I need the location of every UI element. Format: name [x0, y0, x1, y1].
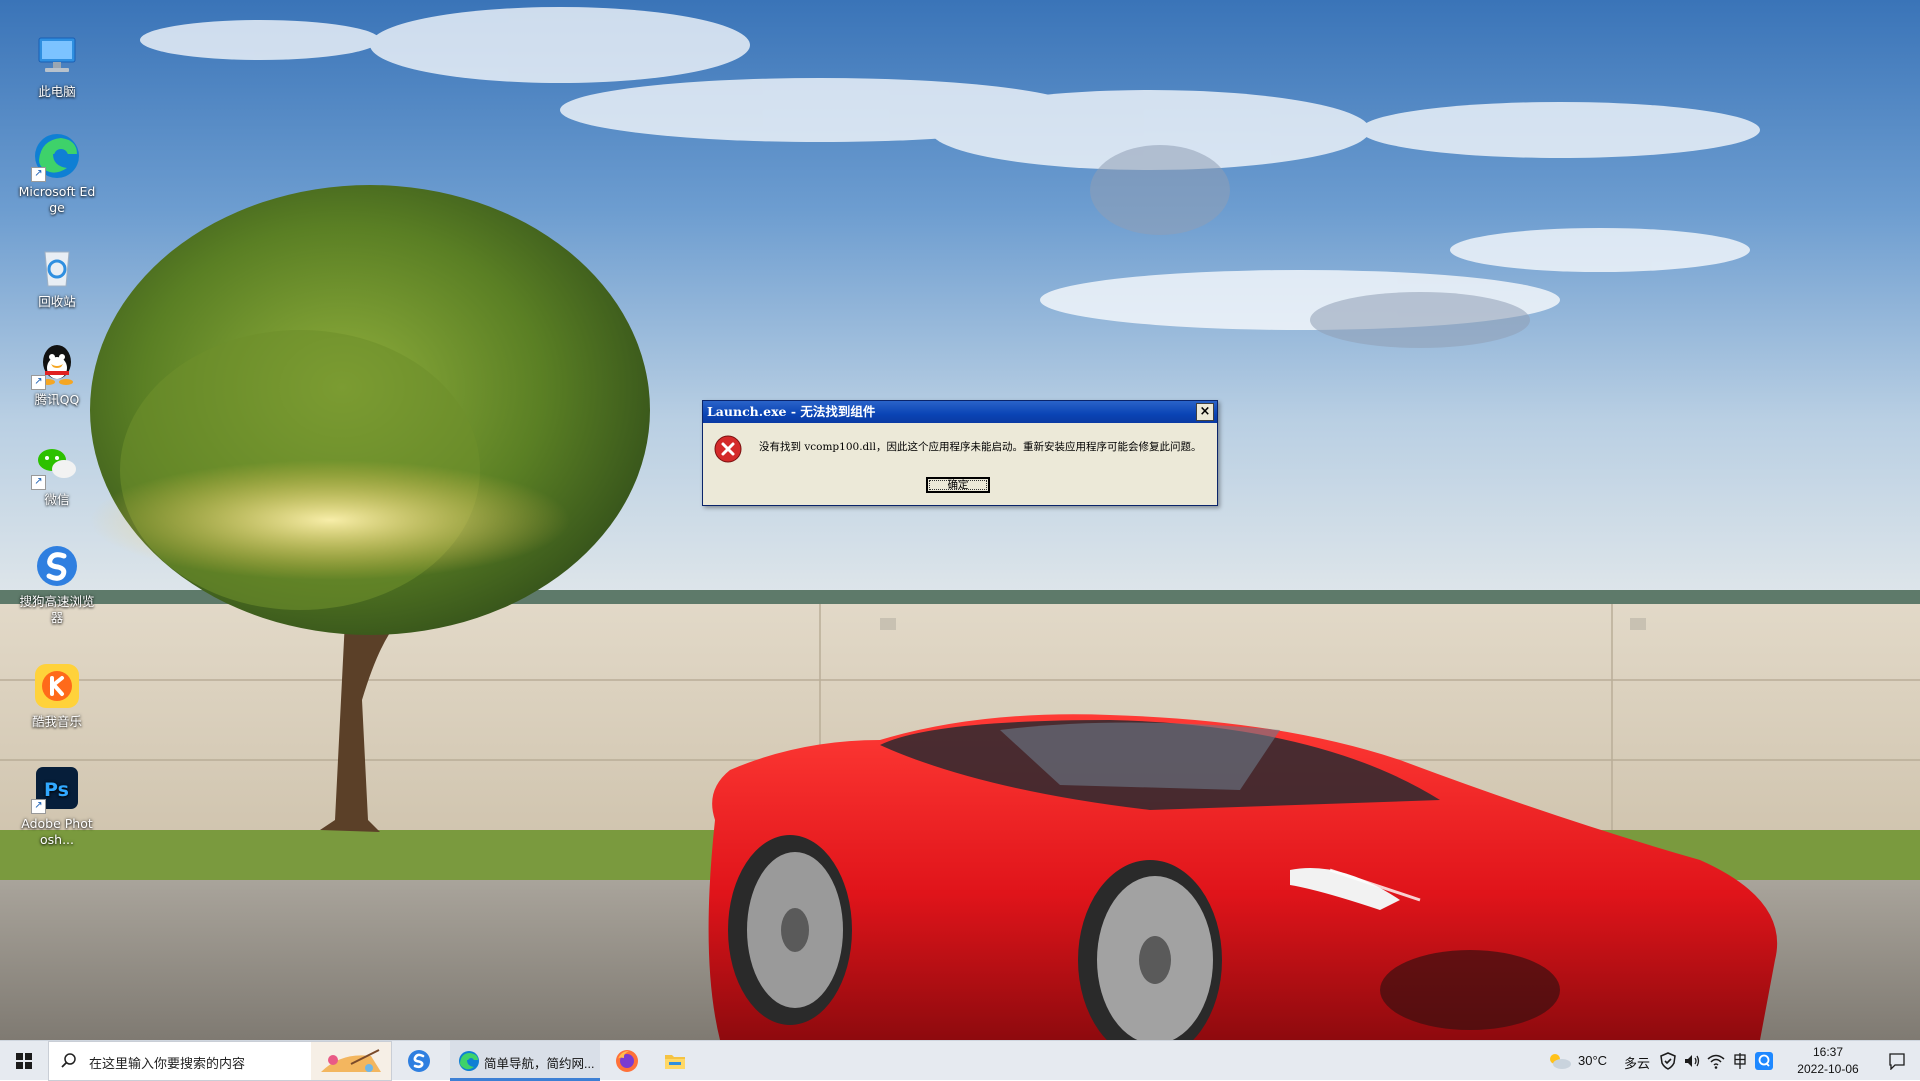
volume-icon[interactable]: [1682, 1051, 1702, 1071]
qq-tray-icon[interactable]: [1754, 1051, 1774, 1071]
edge-icon: ↗: [31, 130, 83, 182]
qq-icon: ↗: [31, 338, 83, 390]
windows-logo-icon: [16, 1053, 32, 1069]
ok-button[interactable]: 确定: [926, 477, 990, 493]
weather-condition: 多云: [1624, 1056, 1651, 1071]
kuwo-music-icon: [31, 660, 83, 712]
taskbar-firefox[interactable]: [604, 1041, 650, 1081]
security-shield-icon[interactable]: [1658, 1051, 1678, 1071]
shortcut-arrow-icon: ↗: [31, 799, 46, 814]
recycle-bin-icon: [31, 240, 83, 292]
wechat-icon: ↗: [31, 438, 83, 490]
notification-icon: [1889, 1053, 1905, 1070]
desktop-icon-qq[interactable]: ↗ 腾讯QQ: [14, 338, 100, 408]
shortcut-arrow-icon: ↗: [31, 475, 46, 490]
system-clock[interactable]: 16:37 2022-10-06: [1782, 1041, 1874, 1081]
search-highlight-illustration-icon: [311, 1042, 391, 1080]
desktop-icon-edge[interactable]: ↗ Microsoft Edge: [14, 130, 100, 216]
clock-time: 16:37: [1812, 1045, 1844, 1059]
error-icon: [713, 434, 743, 464]
dialog-titlebar[interactable]: Launch.exe - 无法找到组件 ×: [703, 401, 1217, 423]
desktop-icon-label: 酷我音乐: [31, 714, 82, 729]
desktop-icon-recycle-bin[interactable]: 回收站: [14, 240, 100, 310]
shortcut-arrow-icon: ↗: [31, 167, 46, 182]
desktop-icon-label: 回收站: [38, 294, 76, 309]
taskbar-sogou-browser[interactable]: [396, 1041, 442, 1081]
shortcut-arrow-icon: ↗: [31, 375, 46, 390]
search-placeholder: 在这里输入你要搜索的内容: [89, 1056, 246, 1071]
wallpaper-scene: [0, 0, 1920, 1040]
desktop-icon-label: 此电脑: [38, 84, 76, 99]
computer-icon: [31, 30, 83, 82]
search-icon: [61, 1053, 76, 1068]
desktop-icon-label: Microsoft Edge: [18, 184, 96, 215]
folder-icon: [665, 1055, 685, 1069]
partly-cloudy-icon: [1550, 1054, 1571, 1069]
edge-window-title: 简单导航，简约网...: [484, 1057, 595, 1071]
weather-temperature: 30°C: [1578, 1053, 1608, 1068]
error-dialog: Launch.exe - 无法找到组件 × 没有找到 vcomp100.dll，…: [702, 400, 1218, 506]
clock-date: 2022-10-06: [1797, 1062, 1859, 1076]
sogou-browser-icon: [408, 1050, 430, 1072]
desktop-wallpaper: [0, 0, 1920, 1040]
photoshop-icon: Ps ↗: [31, 762, 83, 814]
desktop-icon-label: Adobe Photosh...: [21, 816, 93, 847]
desktop-icon-kuwo-music[interactable]: 酷我音乐: [14, 660, 100, 730]
desktop-icon-label: 微信: [44, 492, 70, 507]
desktop-icon-label: 腾讯QQ: [34, 392, 80, 407]
svg-text:Ps: Ps: [44, 779, 69, 801]
desktop-icon-wechat[interactable]: ↗ 微信: [14, 438, 100, 508]
ime-icon[interactable]: [1730, 1051, 1750, 1071]
action-center-button[interactable]: [1874, 1041, 1920, 1081]
desktop-icon-sogou-browser[interactable]: 搜狗高速浏览器: [14, 540, 100, 626]
taskbar: 在这里输入你要搜索的内容 简单导航，简约网... 30°C 多云 16:37 2…: [0, 1040, 1920, 1081]
desktop-icon-photoshop[interactable]: Ps ↗ Adobe Photosh...: [14, 762, 100, 848]
weather-widget[interactable]: 30°C 多云: [1544, 1041, 1656, 1081]
taskbar-file-explorer[interactable]: [652, 1041, 698, 1081]
wifi-icon[interactable]: [1706, 1051, 1726, 1071]
desktop-icon-this-pc[interactable]: 此电脑: [14, 30, 100, 100]
taskbar-edge-window[interactable]: 简单导航，简约网...: [450, 1041, 600, 1081]
taskbar-search-box[interactable]: 在这里输入你要搜索的内容: [48, 1041, 392, 1081]
dialog-close-button[interactable]: ×: [1196, 403, 1214, 421]
start-button[interactable]: [0, 1041, 48, 1081]
desktop-icon-label: 搜狗高速浏览器: [19, 594, 95, 625]
dialog-title: Launch.exe - 无法找到组件: [707, 404, 876, 419]
dialog-message: 没有找到 vcomp100.dll，因此这个应用程序未能启动。重新安装应用程序可…: [759, 441, 1202, 453]
sogou-browser-icon: [31, 540, 83, 592]
firefox-icon: [616, 1050, 638, 1072]
edge-icon: [459, 1051, 479, 1071]
